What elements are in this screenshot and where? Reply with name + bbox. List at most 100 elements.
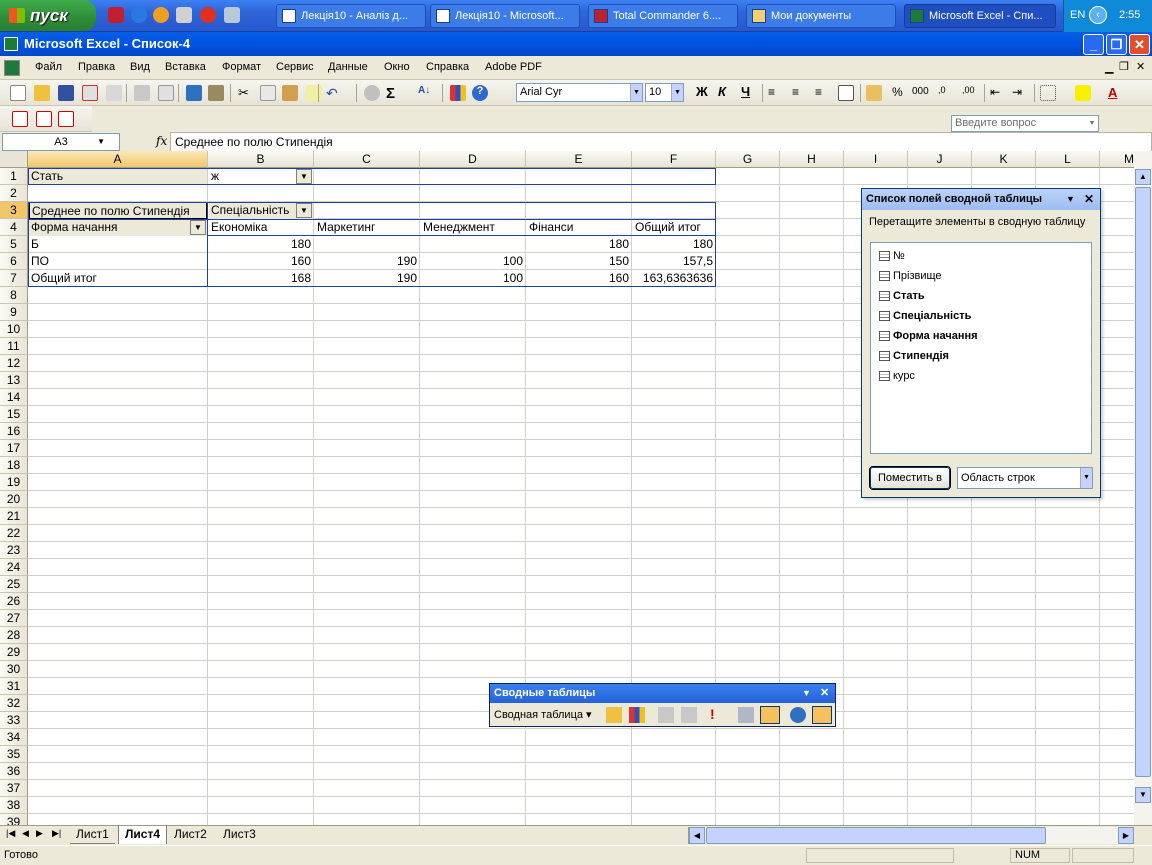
format-report-icon[interactable]: [606, 707, 622, 723]
row-header[interactable]: 2: [0, 185, 28, 202]
column-header-e[interactable]: E: [526, 151, 632, 168]
show-detail-icon[interactable]: [681, 707, 697, 723]
next-sheet-icon[interactable]: ▶: [36, 828, 43, 839]
row-header[interactable]: 22: [0, 525, 28, 542]
copy-icon[interactable]: [260, 85, 276, 101]
menu-adobe-pdf[interactable]: Adobe PDF: [485, 61, 542, 73]
ask-question-input[interactable]: Введите вопрос ▼: [951, 115, 1099, 132]
pdf-email-icon[interactable]: [36, 111, 52, 127]
task-excel[interactable]: Microsoft Excel - Спи...: [904, 4, 1056, 28]
research-icon[interactable]: [208, 85, 224, 101]
chevron-down-icon[interactable]: ▼: [671, 84, 683, 101]
row-header[interactable]: 34: [0, 729, 28, 746]
select-all-corner[interactable]: [0, 151, 28, 168]
pivot-field-item[interactable]: Прізвище: [879, 268, 942, 284]
pivot-table-menu[interactable]: Сводная таблица ▾: [494, 708, 592, 721]
row-header[interactable]: 12: [0, 355, 28, 372]
menu-help[interactable]: Справка: [426, 61, 469, 73]
decrease-indent-icon[interactable]: ⇤: [990, 85, 1006, 101]
align-right-icon[interactable]: ≡: [815, 85, 831, 101]
field-settings-icon[interactable]: [790, 707, 806, 723]
task-my-documents[interactable]: Мои документы: [746, 4, 896, 28]
chevron-down-icon[interactable]: ▼: [1080, 468, 1092, 488]
doc-restore-button[interactable]: ❐: [1119, 60, 1129, 73]
row-header[interactable]: 38: [0, 797, 28, 814]
open-icon[interactable]: [34, 85, 50, 101]
align-left-icon[interactable]: ≡: [768, 85, 784, 101]
pdf-convert-icon[interactable]: [12, 111, 28, 127]
row-header[interactable]: 37: [0, 780, 28, 797]
pivot-table-toolbar[interactable]: Сводные таблицы ▼ ✕ Сводная таблица ▾ !: [489, 683, 836, 727]
always-display-items-icon[interactable]: [760, 706, 780, 724]
pivot-field-item[interactable]: Стать: [879, 288, 925, 304]
chevron-down-icon[interactable]: ▼: [1086, 116, 1098, 131]
pivot-chart-icon[interactable]: [629, 707, 645, 723]
task-total-commander[interactable]: Total Commander 6....: [588, 4, 738, 28]
merge-center-icon[interactable]: [838, 85, 854, 101]
task-lecture-analysis[interactable]: Лекція10 - Аналіз д...: [276, 4, 426, 28]
row-header[interactable]: 19: [0, 474, 28, 491]
decrease-decimal-icon[interactable]: ,00: [962, 85, 978, 101]
column-header-g[interactable]: G: [716, 151, 780, 168]
doc-close-button[interactable]: ✕: [1136, 60, 1145, 73]
row-header[interactable]: 5: [0, 236, 28, 253]
minimize-button[interactable]: _: [1083, 34, 1104, 55]
column-header-i[interactable]: I: [844, 151, 908, 168]
scroll-thumb[interactable]: [1135, 187, 1151, 777]
show-field-list-icon[interactable]: [812, 706, 832, 724]
row-header[interactable]: 15: [0, 406, 28, 423]
italic-button[interactable]: К: [718, 84, 726, 99]
include-hidden-icon[interactable]: [738, 707, 754, 723]
row-header[interactable]: 25: [0, 576, 28, 593]
media-player-icon[interactable]: [153, 7, 169, 23]
pivot-field-item[interactable]: Стипендія: [879, 348, 949, 364]
row-header[interactable]: 17: [0, 440, 28, 457]
row-header[interactable]: 8: [0, 287, 28, 304]
menu-window[interactable]: Окно: [384, 61, 410, 73]
font-color-icon[interactable]: A: [1108, 85, 1124, 101]
row-header[interactable]: 6: [0, 253, 28, 270]
row-header[interactable]: 10: [0, 321, 28, 338]
pivot-field-item[interactable]: Форма начання: [879, 328, 978, 344]
add-to-button[interactable]: Поместить в: [869, 466, 951, 490]
workbook-icon[interactable]: [4, 60, 20, 76]
row-header[interactable]: 20: [0, 491, 28, 508]
row-header[interactable]: 32: [0, 695, 28, 712]
chevron-down-icon[interactable]: ▼: [630, 84, 642, 101]
row-header[interactable]: 3: [0, 202, 28, 219]
bold-button[interactable]: Ж: [696, 84, 708, 99]
insert-function-icon[interactable]: fx: [156, 134, 167, 148]
task-lecture-word[interactable]: Лекція10 - Microsoft...: [430, 4, 580, 28]
increase-indent-icon[interactable]: ⇥: [1012, 85, 1028, 101]
close-icon[interactable]: ✕: [1084, 189, 1094, 210]
column-header-k[interactable]: K: [972, 151, 1036, 168]
email-icon[interactable]: [106, 85, 122, 101]
area-select[interactable]: Область строк ▼: [957, 467, 1093, 489]
row-header[interactable]: 7: [0, 270, 28, 287]
column-header-m[interactable]: M: [1100, 151, 1134, 168]
scroll-left-icon[interactable]: ◀: [689, 827, 705, 844]
underline-button[interactable]: Ч: [741, 84, 750, 99]
cut-icon[interactable]: ✂: [238, 85, 254, 101]
name-box[interactable]: A3 ▼: [2, 133, 120, 151]
menu-format[interactable]: Формат: [222, 61, 261, 73]
sheet-tab-active[interactable]: Лист4: [118, 826, 168, 844]
fill-color-icon[interactable]: [1075, 85, 1091, 101]
row-header[interactable]: 14: [0, 389, 28, 406]
font-name-select[interactable]: Arial Cyr ▼: [516, 83, 643, 102]
prev-sheet-icon[interactable]: ◀: [22, 828, 29, 839]
sheet-tab[interactable]: Лист1: [70, 826, 115, 844]
increase-decimal-icon[interactable]: ,0: [938, 85, 954, 101]
scroll-up-icon[interactable]: ▲: [1135, 169, 1151, 185]
row-header[interactable]: 33: [0, 712, 28, 729]
pivot-field-item[interactable]: Спеціальність: [879, 308, 971, 324]
sheet-tab[interactable]: Лист2: [168, 826, 213, 844]
percent-button[interactable]: %: [892, 85, 903, 99]
field-list-box[interactable]: № Прізвище Стать Спеціальність Форма начання…: [870, 242, 1092, 454]
row-header[interactable]: 30: [0, 661, 28, 678]
field-list-header[interactable]: Список полей сводной таблицы ▼ ✕: [862, 189, 1100, 210]
row-header[interactable]: 29: [0, 644, 28, 661]
scroll-down-icon[interactable]: ▼: [1135, 787, 1151, 803]
row-header[interactable]: 13: [0, 372, 28, 389]
opera-quicklaunch-icon[interactable]: [200, 7, 216, 23]
